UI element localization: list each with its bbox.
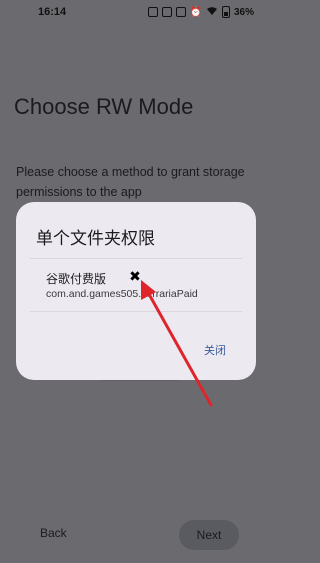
battery-icon — [221, 6, 230, 18]
next-button[interactable]: Next — [179, 520, 239, 550]
close-icon[interactable]: ✖ — [128, 269, 142, 283]
item-name: 谷歌付费版 — [46, 272, 107, 286]
battery-level: 36% — [233, 6, 254, 18]
status-bar: 16:14 ⏰ 36% — [0, 0, 270, 24]
wifi-icon — [206, 6, 218, 19]
next-button-label: Next — [196, 528, 222, 542]
close-box-icon — [175, 7, 186, 17]
nfc-icon — [147, 7, 158, 17]
status-icons: ⏰ 36% — [147, 6, 254, 19]
alarm-icon: ⏰ — [189, 6, 202, 18]
mute-icon — [161, 7, 172, 17]
close-button[interactable]: 关闭 — [200, 340, 230, 360]
folder-permission-item[interactable]: 谷歌付费版 ✖ com.and.games505.TerrariaPaid — [30, 258, 242, 312]
item-package: com.and.games505.TerrariaPaid — [46, 288, 198, 300]
page-description: Please choose a method to grant storage … — [16, 165, 245, 199]
page-title: Choose RW Mode — [14, 94, 194, 119]
status-time: 16:14 — [38, 6, 67, 18]
back-button[interactable]: Back — [40, 526, 67, 540]
folder-permission-dialog: 单个文件夹权限 谷歌付费版 ✖ com.and.games505.Terrari… — [16, 202, 256, 380]
dialog-title: 单个文件夹权限 — [36, 229, 155, 248]
